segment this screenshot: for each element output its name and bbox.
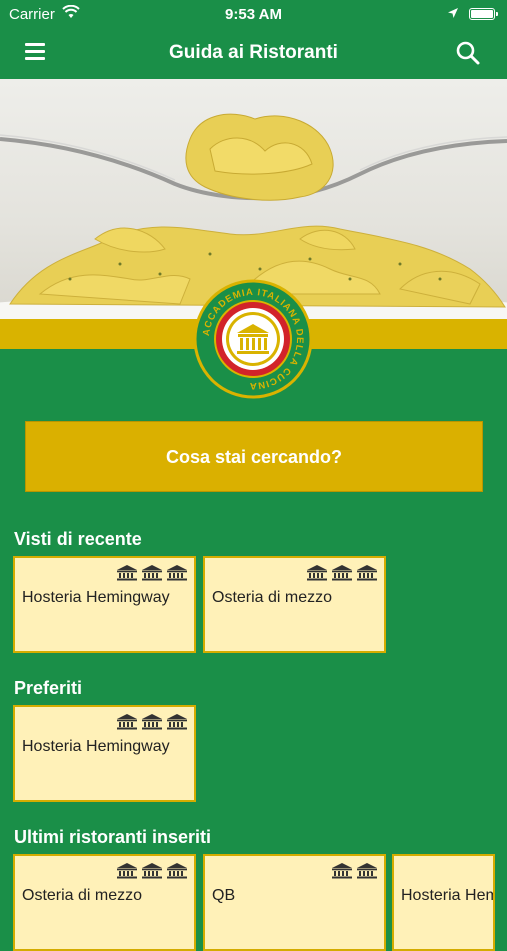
- search-icon[interactable]: [455, 40, 481, 66]
- restaurant-card[interactable]: Hosteria Hemingway: [392, 854, 495, 951]
- temple-icon: [142, 863, 162, 879]
- accademia-logo: ACCADEMIA ITALIANA DELLA CUCINA: [193, 279, 313, 399]
- restaurant-name: Hosteria Hemingway: [401, 887, 493, 904]
- navigation-bar: Guida ai Ristoranti: [0, 30, 507, 78]
- location-arrow-icon: [448, 8, 458, 18]
- temple-icon: [117, 565, 137, 581]
- rating-icons: [116, 564, 188, 581]
- temple-icon: [357, 565, 377, 581]
- temple-icon: [357, 863, 377, 879]
- page-title: Guida ai Ristoranti: [169, 42, 338, 63]
- temple-icon: [307, 565, 327, 581]
- temple-icon: [117, 714, 137, 730]
- temple-icon: [167, 714, 187, 730]
- rating-icons: [116, 713, 188, 730]
- temple-icon: [167, 565, 187, 581]
- restaurant-card[interactable]: QB: [203, 854, 386, 951]
- temple-icon: [142, 714, 162, 730]
- restaurant-name: QB: [212, 887, 236, 904]
- section-title-favorites: Preferiti: [14, 678, 83, 698]
- section-title-latest: Ultimi ristoranti inseriti: [14, 827, 212, 847]
- section-title-recent: Visti di recente: [14, 529, 142, 549]
- restaurant-name: Hosteria Hemingway: [22, 589, 170, 606]
- restaurant-card[interactable]: Hosteria Hemingway: [13, 705, 196, 802]
- restaurant-card[interactable]: Osteria di mezzo: [13, 854, 196, 951]
- restaurant-name: Osteria di mezzo: [22, 887, 143, 904]
- clock: 9:53 AM: [225, 6, 282, 23]
- search-prompt-button[interactable]: Cosa stai cercando?: [25, 421, 483, 492]
- temple-icon: [117, 863, 137, 879]
- restaurant-name: Osteria di mezzo: [212, 589, 333, 606]
- status-bar: Carrier 9:53 AM: [0, 0, 507, 30]
- restaurant-card[interactable]: Hosteria Hemingway: [13, 556, 196, 653]
- battery-icon: [469, 8, 498, 20]
- rating-icons: [306, 564, 378, 581]
- temple-icon: [167, 863, 187, 879]
- temple-icon: [142, 565, 162, 581]
- temple-icon: [332, 565, 352, 581]
- temple-icon: [332, 863, 352, 879]
- restaurant-name: Hosteria Hemingway: [22, 738, 170, 755]
- restaurant-card[interactable]: Osteria di mezzo: [203, 556, 386, 653]
- rating-icons: [116, 862, 188, 879]
- rating-icons: [331, 862, 378, 879]
